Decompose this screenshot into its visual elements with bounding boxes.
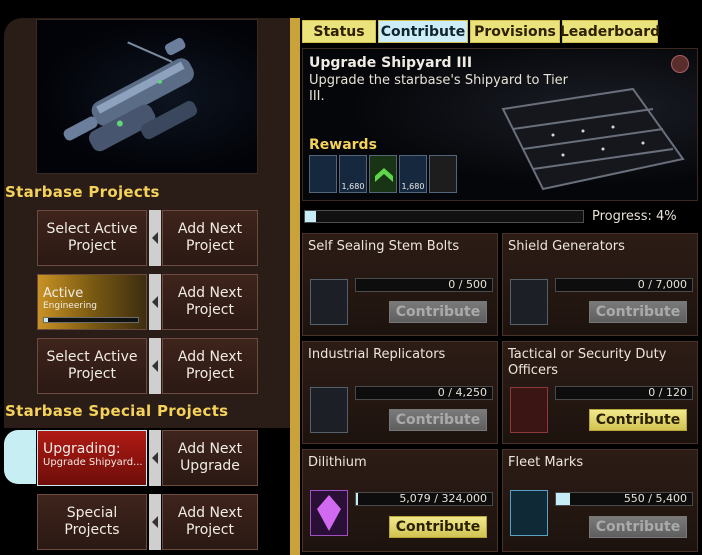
tab-leaderboard[interactable]: Leaderboard [560, 20, 660, 43]
contribution-progress: 0 / 500 [355, 278, 493, 292]
contribution-progress: 5,079 / 324,000 [355, 492, 493, 506]
add-next-project-button[interactable]: Add Next Project [162, 210, 258, 266]
tab-provisions[interactable]: Provisions [470, 20, 560, 43]
contribution-progress: 0 / 4,250 [355, 386, 493, 400]
active-subtitle: Engineering [43, 301, 97, 311]
active-engineering-project[interactable]: Active Engineering [37, 274, 147, 330]
chevron-left-icon [149, 494, 161, 550]
contribution-card: Industrial Replicators 0 / 4,250 Contrib… [302, 341, 498, 444]
duty-officer-icon [510, 387, 548, 433]
active-progress-bar [43, 317, 139, 323]
upgrading-shipyard-project[interactable]: Upgrading: Upgrade Shipyard... [37, 430, 147, 486]
replicator-icon [310, 387, 348, 433]
tab-status[interactable]: Status [302, 20, 376, 43]
chevron-left-icon [149, 274, 161, 330]
starbase-projects-panel: Starbase Projects Select Active Project … [0, 0, 290, 555]
panel-divider [258, 18, 290, 428]
tab-contribute[interactable]: Contribute [378, 20, 468, 43]
panel-border [290, 18, 300, 555]
wrench-icon[interactable] [429, 155, 457, 193]
contribute-button[interactable]: Contribute [589, 516, 687, 538]
fleet-credit-icon[interactable] [309, 155, 337, 193]
fleet-marks-icon [510, 490, 548, 536]
active-label: Active [43, 286, 84, 301]
add-next-project-button[interactable]: Add Next Project [162, 494, 258, 550]
special-projects-button[interactable]: Special Projects [37, 494, 147, 550]
fleet-credit-icon[interactable]: 1,680 [339, 155, 367, 193]
chevron-left-icon [149, 430, 161, 486]
dilithium-crystal-icon [310, 490, 348, 536]
contribute-button[interactable]: Contribute [389, 301, 487, 323]
select-active-project-button[interactable]: Select Active Project [37, 338, 147, 394]
starbase-special-projects-title: Starbase Special Projects [5, 402, 229, 420]
selected-indicator [4, 430, 36, 484]
progress-label: Progress: 4% [592, 209, 677, 224]
select-active-project-button[interactable]: Select Active Project [37, 210, 147, 266]
chevron-left-icon [149, 338, 161, 394]
contribute-button[interactable]: Contribute [589, 409, 687, 431]
starbase-image [36, 19, 258, 174]
add-next-project-button[interactable]: Add Next Project [162, 274, 258, 330]
add-next-upgrade-button[interactable]: Add Next Upgrade [162, 430, 258, 486]
contribution-progress: 0 / 120 [555, 386, 693, 400]
chevron-left-icon [149, 210, 161, 266]
project-details: Upgrade Shipyard III Upgrade the starbas… [302, 48, 698, 201]
contribution-card: Shield Generators 0 / 7,000 Contribute [502, 233, 698, 336]
contribute-panel: Status Contribute Provisions Leaderboard… [290, 0, 702, 555]
project-title: Upgrade Shipyard III [309, 55, 473, 71]
rewards-label: Rewards [309, 137, 377, 153]
contribution-card: Fleet Marks 550 / 5,400 Contribute [502, 449, 698, 552]
add-next-project-button[interactable]: Add Next Project [162, 338, 258, 394]
contribution-card: Tactical or Security Duty Officers 0 / 1… [502, 341, 698, 444]
contribute-button[interactable]: Contribute [389, 516, 487, 538]
contribute-button[interactable]: Contribute [389, 409, 487, 431]
rewards-list: 1,680 1,680 [309, 155, 457, 193]
starbase-projects-title: Starbase Projects [5, 183, 160, 201]
shield-generator-icon [510, 279, 548, 325]
fleet-emblem-icon [671, 55, 689, 73]
contribution-card: Dilithium 5,079 / 324,000 Contribute [302, 449, 498, 552]
project-description: Upgrade the starbase's Shipyard to Tier … [309, 73, 569, 104]
contribution-card: Self Sealing Stem Bolts 0 / 500 Contribu… [302, 233, 498, 336]
rank-chevron-icon[interactable] [369, 155, 397, 193]
contribution-progress: 0 / 7,000 [555, 278, 693, 292]
contribute-button[interactable]: Contribute [589, 301, 687, 323]
fleet-credit-icon[interactable]: 1,680 [399, 155, 427, 193]
contribution-progress: 550 / 5,400 [555, 492, 693, 506]
stem-bolts-icon [310, 279, 348, 325]
project-progress-bar [304, 210, 584, 223]
